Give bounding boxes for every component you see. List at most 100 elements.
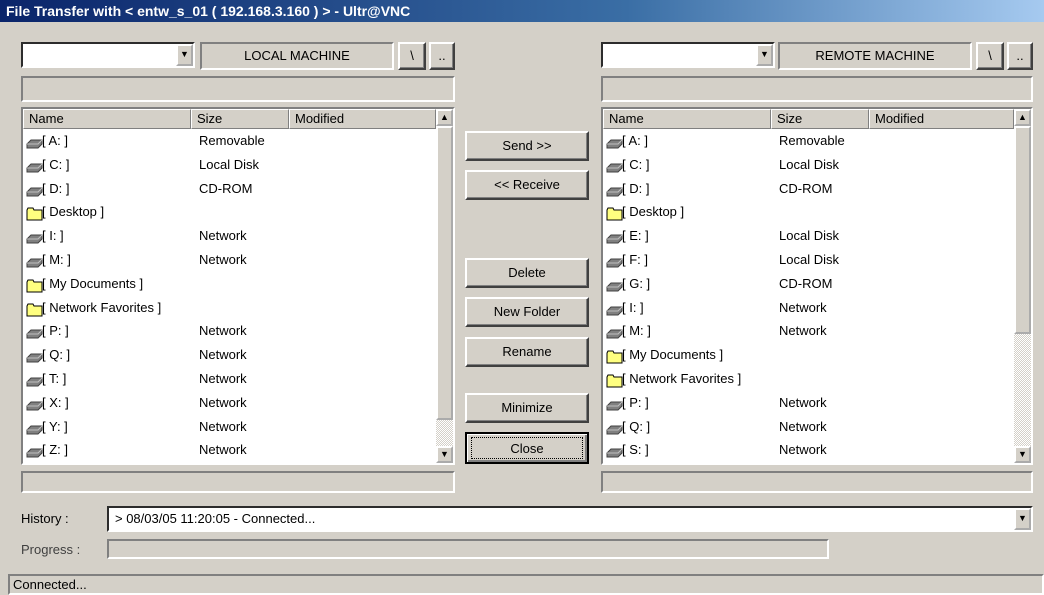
drive-icon [26, 158, 43, 173]
scroll-down-icon[interactable]: ▼ [1014, 446, 1031, 463]
title-bar: File Transfer with < entw_s_01 ( 192.168… [0, 0, 1044, 22]
item-size: Network [779, 418, 827, 434]
remote-file-list[interactable]: Name Size Modified [ A: ] Removable [ C: ]… [601, 107, 1033, 465]
item-name: [ S: ] [622, 442, 649, 458]
local-scrollbar[interactable]: ▲ ▼ [436, 109, 453, 463]
send-button[interactable]: Send >> [465, 131, 589, 161]
minimize-button[interactable]: Minimize [465, 393, 589, 423]
local-drive-combo[interactable]: ▼ [21, 42, 195, 68]
local-col-size[interactable]: Size [191, 109, 289, 129]
history-combo[interactable]: > 08/03/05 11:20:05 - Connected... ▼ [107, 506, 1033, 532]
remote-col-name[interactable]: Name [603, 109, 771, 129]
item-name: [ A: ] [622, 133, 649, 148]
drive-icon [606, 182, 623, 197]
progress-label: Progress : [21, 542, 81, 557]
remote-up-button[interactable]: .. [1007, 42, 1033, 70]
chevron-down-icon[interactable]: ▼ [1014, 508, 1031, 530]
local-col-modified[interactable]: Modified [289, 109, 436, 129]
item-name: [ T: ] [42, 371, 67, 386]
item-size: CD-ROM [779, 180, 833, 196]
drive-icon [26, 253, 43, 268]
drive-icon [606, 301, 623, 316]
item-name: [ Desktop ] [42, 204, 105, 220]
item-size: Local Disk [779, 156, 839, 172]
item-size: Network [199, 323, 247, 339]
drive-icon [26, 348, 43, 363]
item-size: Network [199, 228, 247, 244]
new-folder-button[interactable]: New Folder [465, 297, 589, 327]
item-size: Network [779, 442, 827, 458]
local-col-name[interactable]: Name [23, 109, 191, 129]
drive-icon [26, 324, 43, 339]
item-name: [ G: ] [622, 275, 651, 291]
chevron-down-icon[interactable]: ▼ [756, 44, 773, 66]
item-name: [ I: ] [42, 228, 64, 244]
folder-icon [606, 348, 623, 364]
chevron-down-icon[interactable]: ▼ [176, 44, 193, 66]
item-name: [ F: ] [622, 252, 648, 267]
local-root-button[interactable]: \ [398, 42, 426, 70]
rename-button[interactable]: Rename [465, 337, 589, 367]
item-size: Local Disk [199, 156, 259, 172]
folder-icon [26, 301, 43, 317]
item-name: [ My Documents ] [42, 275, 144, 291]
item-name: [ C: ] [622, 156, 650, 172]
drive-icon [26, 372, 43, 387]
item-size: CD-ROM [779, 275, 833, 291]
drive-icon [606, 158, 623, 173]
remote-root-button[interactable]: \ [976, 42, 1004, 70]
item-name: [ Q: ] [42, 347, 71, 363]
scroll-down-icon[interactable]: ▼ [436, 446, 453, 463]
history-label: History : [21, 511, 69, 526]
item-size: Network [779, 394, 827, 410]
drive-icon [26, 420, 43, 435]
item-name: [ D: ] [42, 180, 70, 196]
drive-icon [26, 134, 43, 149]
remote-path-field [601, 76, 1033, 102]
scroll-thumb[interactable] [436, 126, 453, 420]
item-name: [ Desktop ] [622, 204, 685, 220]
remote-col-modified[interactable]: Modified [869, 109, 1014, 129]
item-name: [ Q: ] [622, 418, 651, 434]
folder-icon [26, 277, 43, 293]
receive-button[interactable]: << Receive [465, 170, 589, 200]
remote-col-size[interactable]: Size [771, 109, 869, 129]
scroll-track[interactable] [1014, 334, 1031, 446]
item-size: Network [199, 442, 247, 458]
local-file-list[interactable]: Name Size Modified [ A: ] Removable [ C: ]… [21, 107, 455, 465]
local-path-field [21, 76, 455, 102]
drive-icon [606, 324, 623, 339]
item-size: Removable [199, 133, 265, 148]
delete-button[interactable]: Delete [465, 258, 589, 288]
scroll-thumb[interactable] [1014, 126, 1031, 334]
item-name: [ M: ] [622, 323, 651, 339]
close-button[interactable]: Close [465, 432, 589, 464]
item-name: [ I: ] [622, 299, 644, 315]
drive-icon [26, 229, 43, 244]
drive-icon [606, 420, 623, 435]
item-name: [ Network Favorites ] [42, 299, 162, 315]
scroll-up-icon[interactable]: ▲ [1014, 109, 1031, 126]
drive-icon [606, 443, 623, 458]
item-size: Local Disk [779, 252, 839, 267]
remote-scrollbar[interactable]: ▲ ▼ [1014, 109, 1031, 463]
item-name: [ My Documents ] [622, 347, 724, 363]
item-size: Network [199, 371, 247, 386]
drive-icon [26, 443, 43, 458]
item-name: [ C: ] [42, 156, 70, 172]
item-name: [ P: ] [42, 323, 69, 339]
item-size: Network [199, 418, 247, 434]
scroll-up-icon[interactable]: ▲ [436, 109, 453, 126]
local-up-button[interactable]: .. [429, 42, 455, 70]
item-name: [ X: ] [42, 394, 69, 410]
drive-icon [606, 253, 623, 268]
folder-icon [606, 205, 623, 221]
item-name: [ P: ] [622, 394, 649, 410]
scroll-track[interactable] [436, 420, 453, 446]
folder-icon [606, 372, 623, 388]
item-name: [ Network Favorites ] [622, 371, 742, 386]
close-button-label: Close [471, 437, 583, 459]
drive-icon [606, 229, 623, 244]
remote-drive-combo[interactable]: ▼ [601, 42, 775, 68]
item-name: [ E: ] [622, 228, 649, 244]
